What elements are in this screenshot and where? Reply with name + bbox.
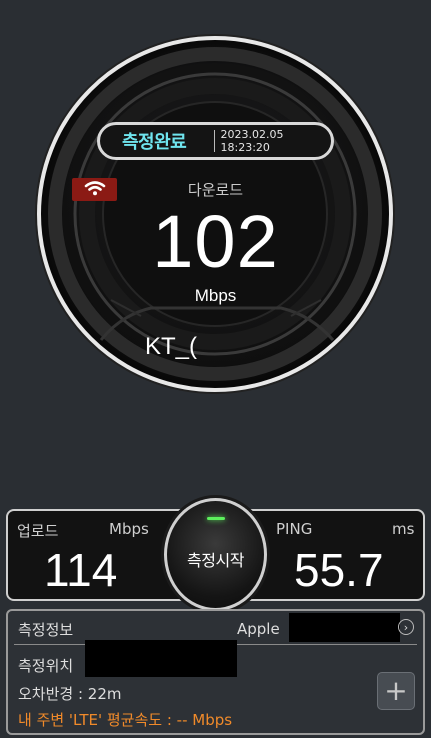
ping-value: 55.7 xyxy=(294,544,384,596)
location-label: 측정위치 xyxy=(18,657,74,675)
status-divider xyxy=(213,130,215,152)
ping-label: PING xyxy=(276,520,313,538)
chevron-right-icon[interactable]: › xyxy=(398,619,414,635)
upload-label: 업로드 xyxy=(17,522,59,540)
start-test-button[interactable]: 측정시작 xyxy=(164,498,267,611)
download-value: 102 xyxy=(152,200,279,283)
ping-unit: ms xyxy=(392,520,415,538)
redacted-location xyxy=(85,640,237,677)
measurement-info-panel: 측정정보 Apple › 측정위치 오차반경 : 22m + 내 주변 'LTE… xyxy=(6,609,425,735)
redacted-device-detail xyxy=(289,613,400,642)
info-title: 측정정보 xyxy=(18,621,74,639)
plus-icon[interactable]: + xyxy=(377,672,415,710)
status-text: 측정완료 xyxy=(122,132,187,153)
device-name: Apple xyxy=(237,620,280,638)
status-pill: 측정완료 2023.02.05 18:23:20 xyxy=(97,122,334,160)
error-radius: 오차반경 : 22m xyxy=(18,685,122,703)
nearby-average-speed: 내 주변 'LTE' 평균속도 : -- Mbps xyxy=(18,711,233,729)
start-test-label: 측정시작 xyxy=(187,550,244,570)
download-unit: Mbps xyxy=(194,286,237,305)
speed-test-screen: 측정완료 2023.02.05 18:23:20 다운로드 102 Mbps K… xyxy=(0,0,431,738)
upload-value: 114 xyxy=(44,544,118,596)
timestamp: 2023.02.05 18:23:20 xyxy=(220,128,284,154)
carrier-name: KT_( xyxy=(145,333,198,360)
upload-unit: Mbps xyxy=(109,520,149,538)
status-indicator-light xyxy=(207,517,225,520)
